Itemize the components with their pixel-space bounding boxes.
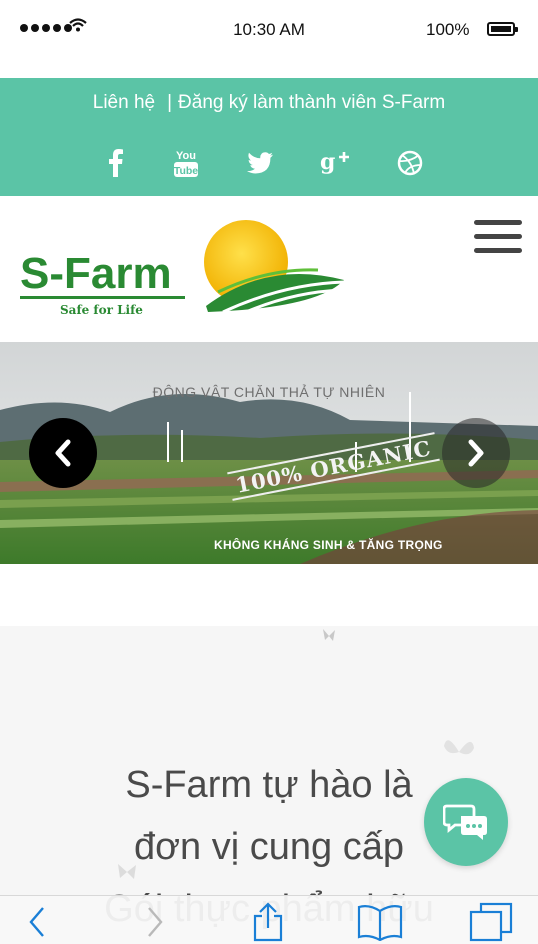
dribbble-icon[interactable] bbox=[396, 148, 424, 178]
social-links: You Tube g bbox=[0, 148, 538, 178]
facebook-icon[interactable] bbox=[104, 148, 128, 178]
svg-text:g: g bbox=[320, 149, 335, 175]
bookmarks-icon[interactable] bbox=[356, 902, 404, 942]
battery-icon bbox=[487, 22, 518, 36]
tabs-icon[interactable] bbox=[468, 902, 514, 942]
battery-percent: 100% bbox=[426, 20, 470, 39]
slider-prev-button[interactable] bbox=[29, 418, 97, 488]
site-header: S-Farm Safe for Life bbox=[0, 196, 538, 342]
status-bar: 10:30 AM 100% bbox=[0, 0, 538, 78]
twitter-icon[interactable] bbox=[246, 148, 274, 178]
s-farm-logo[interactable]: S-Farm Safe for Life bbox=[18, 220, 348, 320]
browser-toolbar bbox=[0, 895, 538, 944]
top-links: Liên hệ | Đăng ký làm thành viên S-Farm bbox=[0, 92, 538, 114]
chevron-right-icon bbox=[468, 439, 484, 467]
share-icon[interactable] bbox=[250, 902, 286, 942]
chevron-left-icon bbox=[55, 439, 71, 467]
forward-icon[interactable] bbox=[140, 902, 170, 942]
google-plus-icon[interactable]: g bbox=[320, 148, 350, 178]
chat-button[interactable] bbox=[424, 778, 508, 866]
link-separator: | bbox=[167, 92, 173, 113]
slider-next-button[interactable] bbox=[442, 418, 510, 488]
hero-caption-bottom: KHÔNG KHÁNG SINH & TĂNG TRỌNG bbox=[214, 538, 443, 552]
logo-tagline: Safe for Life bbox=[60, 303, 143, 317]
youtube-icon[interactable]: You Tube bbox=[172, 148, 200, 178]
butterfly-decoration-icon bbox=[323, 629, 335, 641]
hamburger-menu-icon[interactable] bbox=[474, 220, 522, 256]
svg-text:Tube: Tube bbox=[174, 165, 198, 177]
contact-link[interactable]: Liên hệ bbox=[93, 92, 155, 113]
svg-text:You: You bbox=[176, 150, 196, 162]
hero-caption-top: ĐỘNG VẬT CHĂN THẢ TỰ NHIÊN bbox=[152, 384, 386, 400]
back-icon[interactable] bbox=[22, 902, 52, 942]
top-bar: Liên hệ | Đăng ký làm thành viên S-Farm Yo… bbox=[0, 78, 538, 196]
logo-text: S-Farm bbox=[20, 249, 172, 298]
register-link[interactable]: Đăng ký làm thành viên S-Farm bbox=[178, 92, 445, 113]
chat-bubbles-icon bbox=[443, 804, 487, 840]
